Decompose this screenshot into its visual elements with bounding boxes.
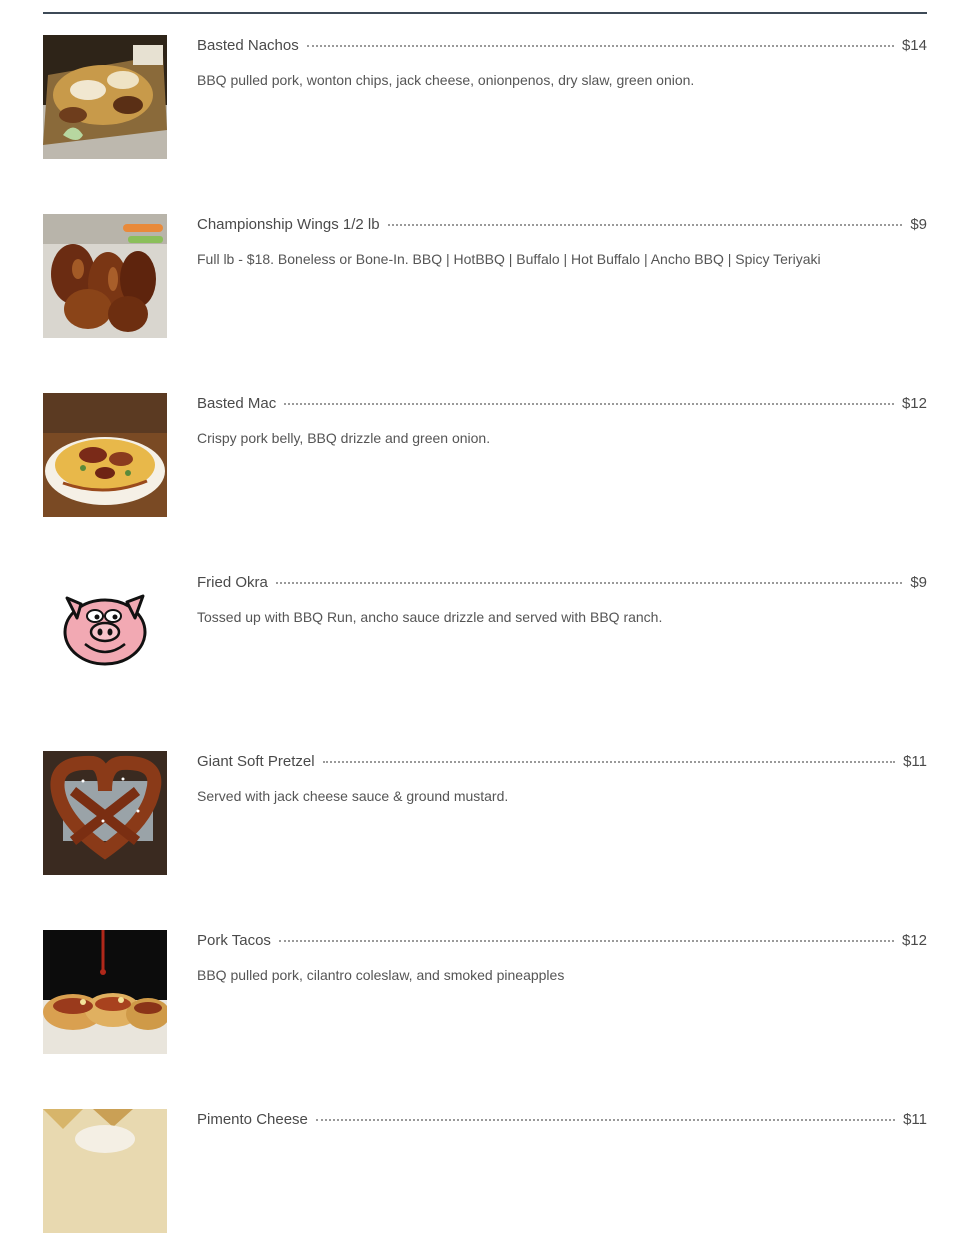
pig-logo-icon[interactable] xyxy=(43,572,167,696)
item-description: Full lb - $18. Boneless or Bone-In. BBQ … xyxy=(197,251,821,267)
tacos-photo[interactable] xyxy=(43,930,167,1054)
dotted-leader xyxy=(278,939,894,942)
item-price: $11 xyxy=(903,1111,927,1128)
item-name: Championship Wings 1/2 lb xyxy=(197,216,380,233)
menu-item-basted-nachos: Basted Nachos $14 BBQ pulled pork, wonto… xyxy=(43,35,927,159)
item-name: Basted Nachos xyxy=(197,37,299,54)
dotted-leader xyxy=(315,1118,896,1121)
item-name: Giant Soft Pretzel xyxy=(197,753,315,770)
menu-item-pimento-cheese: Pimento Cheese $11 xyxy=(43,1109,927,1233)
item-description: Served with jack cheese sauce & ground m… xyxy=(197,788,509,804)
item-title-row: Basted Mac $12 xyxy=(197,395,927,417)
item-title-row: Basted Nachos $14 xyxy=(197,37,927,59)
item-title-row: Championship Wings 1/2 lb $9 xyxy=(197,216,927,238)
item-price: $14 xyxy=(901,37,927,54)
item-price: $11 xyxy=(903,753,927,770)
item-price: $12 xyxy=(901,932,927,949)
wings-photo[interactable] xyxy=(43,214,167,338)
dotted-leader xyxy=(284,402,894,405)
item-description: BBQ pulled pork, wonton chips, jack chee… xyxy=(197,72,695,88)
item-price: $9 xyxy=(910,574,927,591)
dotted-leader xyxy=(322,760,896,763)
item-description: Crispy pork belly, BBQ drizzle and green… xyxy=(197,430,491,446)
item-title-row: Giant Soft Pretzel $11 xyxy=(197,753,927,775)
item-price: $12 xyxy=(901,395,927,412)
menu-item-championship-wings: Championship Wings 1/2 lb $9 Full lb - $… xyxy=(43,214,927,338)
menu-item-giant-soft-pretzel: Giant Soft Pretzel $11 Served with jack … xyxy=(43,751,927,875)
section-divider xyxy=(43,12,927,14)
pretzel-photo[interactable] xyxy=(43,751,167,875)
item-name: Pork Tacos xyxy=(197,932,271,949)
item-price: $9 xyxy=(910,216,927,233)
mac-photo[interactable] xyxy=(43,393,167,517)
item-name: Pimento Cheese xyxy=(197,1111,308,1128)
pimento-photo[interactable] xyxy=(43,1109,167,1233)
dotted-leader xyxy=(306,44,894,47)
item-description: BBQ pulled pork, cilantro coleslaw, and … xyxy=(197,967,565,983)
item-name: Basted Mac xyxy=(197,395,277,412)
nachos-photo[interactable] xyxy=(43,35,167,159)
item-title-row: Pimento Cheese $11 xyxy=(197,1111,927,1133)
dotted-leader xyxy=(387,223,903,226)
item-description: Tossed up with BBQ Run, ancho sauce driz… xyxy=(197,609,663,625)
item-name: Fried Okra xyxy=(197,574,268,591)
dotted-leader xyxy=(275,581,903,584)
menu-item-basted-mac: Basted Mac $12 Crispy pork belly, BBQ dr… xyxy=(43,393,927,517)
menu-item-fried-okra: Fried Okra $9 Tossed up with BBQ Run, an… xyxy=(43,572,927,696)
item-title-row: Pork Tacos $12 xyxy=(197,932,927,954)
menu-item-pork-tacos: Pork Tacos $12 BBQ pulled pork, cilantro… xyxy=(43,930,927,1054)
item-title-row: Fried Okra $9 xyxy=(197,574,927,596)
